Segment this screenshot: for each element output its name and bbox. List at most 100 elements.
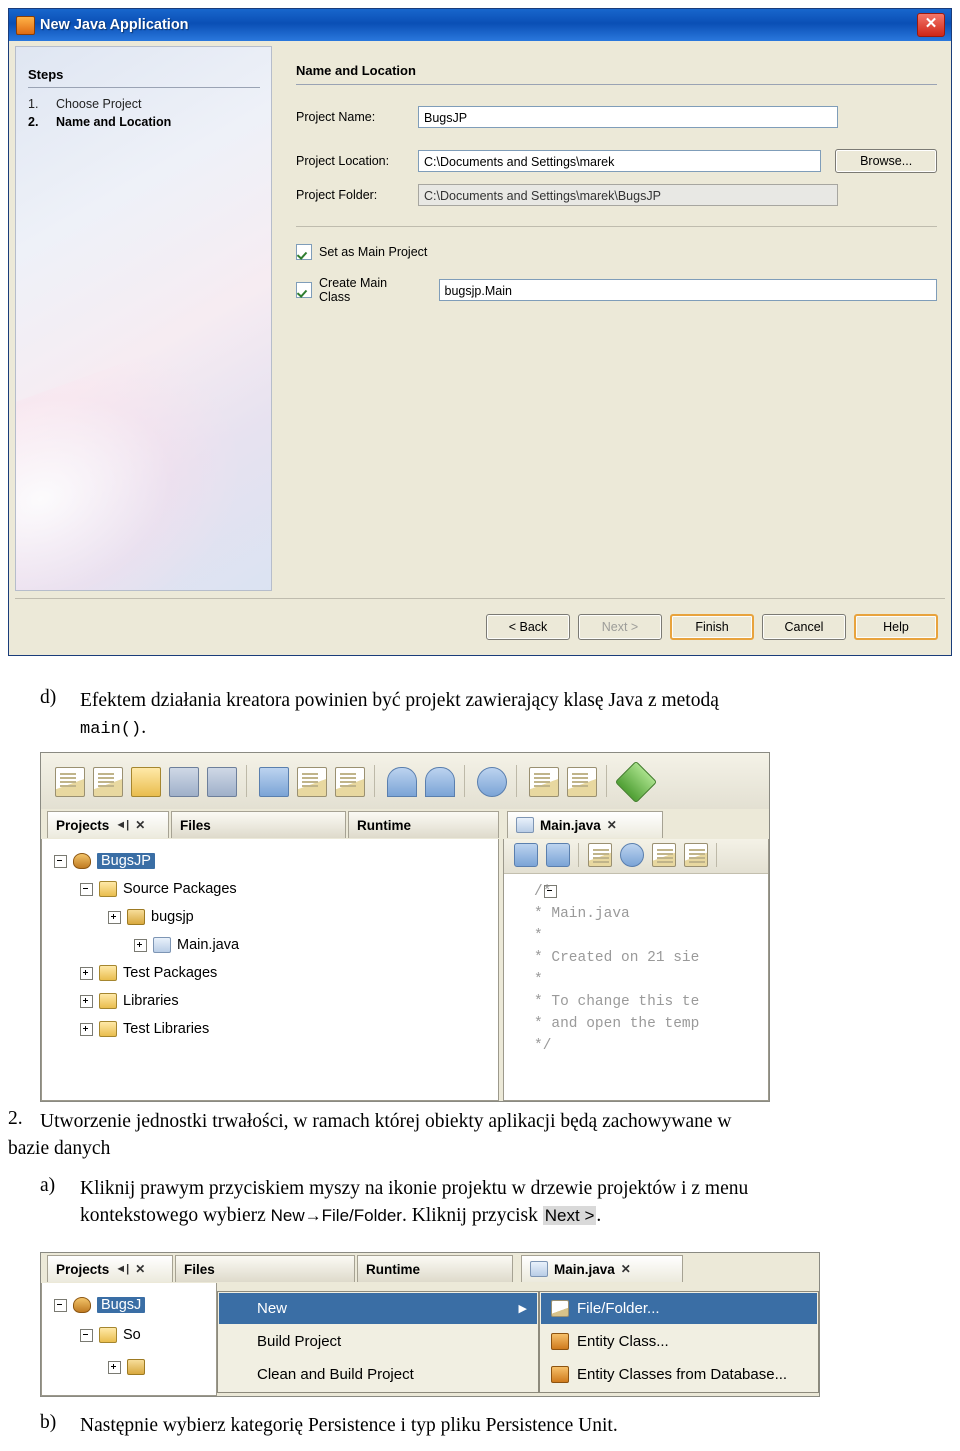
- cut-icon[interactable]: [259, 767, 289, 797]
- forward-arrow-icon[interactable]: [546, 843, 570, 867]
- pin-icon[interactable]: ◄|: [115, 1263, 129, 1275]
- menu-item-label: New: [257, 1300, 288, 1317]
- close-icon[interactable]: ✕: [607, 818, 617, 832]
- expander-icon[interactable]: [80, 882, 93, 896]
- expander-icon[interactable]: [80, 1022, 93, 1036]
- project-location-input[interactable]: C:\Documents and Settings\marek: [418, 150, 822, 172]
- expander-icon[interactable]: [108, 1360, 121, 1374]
- new-submenu[interactable]: File/Folder... Entity Class... Entity Cl…: [539, 1291, 819, 1393]
- java-file-icon: [530, 1261, 548, 1277]
- tree-node-label: So: [123, 1327, 141, 1343]
- code-content[interactable]: /* * Main.java * * Created on 21 sie * *…: [512, 881, 768, 1100]
- next-bookmark-icon[interactable]: [652, 843, 676, 867]
- steps-header: Steps: [28, 67, 64, 82]
- list-marker-b: b): [40, 1412, 57, 1433]
- menu-item-new[interactable]: New ▶: [219, 1293, 537, 1324]
- expander-icon[interactable]: [80, 994, 93, 1008]
- tab-projects-label: Projects: [56, 817, 110, 833]
- toggle-bookmark-icon[interactable]: [684, 843, 708, 867]
- new-file-icon[interactable]: [55, 767, 85, 797]
- tab-main-java[interactable]: Main.java ✕: [507, 811, 663, 838]
- tree-node-test-libraries[interactable]: Test Libraries: [80, 1021, 209, 1037]
- paste-icon[interactable]: [335, 767, 365, 797]
- tab-main-java[interactable]: Main.java ✕: [521, 1255, 683, 1282]
- expander-icon[interactable]: [108, 910, 121, 924]
- tree-node-bugsjp-package[interactable]: bugsjp: [108, 909, 194, 925]
- tab-files[interactable]: Files: [171, 811, 346, 838]
- name-and-location-panel: Name and Location Project Name: BugsJP P…: [278, 46, 945, 591]
- back-arrow-icon[interactable]: [514, 843, 538, 867]
- project-folder-input: C:\Documents and Settings\marek\BugsJP: [418, 184, 838, 206]
- browse-button[interactable]: Browse...: [835, 149, 937, 173]
- menu-item-build-project[interactable]: Build Project: [219, 1326, 537, 1357]
- menu-path-text: New→File/Folder: [270, 1206, 402, 1225]
- expander-icon[interactable]: [80, 966, 93, 980]
- open-project-icon[interactable]: [131, 767, 161, 797]
- clean-build-icon[interactable]: [567, 767, 597, 797]
- submenu-item-file-folder[interactable]: File/Folder...: [541, 1293, 817, 1324]
- tab-files[interactable]: Files: [175, 1255, 355, 1282]
- create-main-class-row[interactable]: Create Main Class bugsjp.Main: [296, 276, 937, 304]
- tree-node-bugsjp[interactable]: BugsJP: [54, 853, 155, 869]
- close-icon[interactable]: ✕: [621, 1262, 631, 1276]
- projects-tree[interactable]: BugsJP Source Packages bugsjp Main.java …: [41, 839, 499, 1101]
- set-as-main-project-checkbox[interactable]: [296, 244, 312, 260]
- previous-bookmark-icon[interactable]: [588, 843, 612, 867]
- tree-node-test-packages[interactable]: Test Packages: [80, 965, 217, 981]
- redo-icon[interactable]: [425, 767, 455, 797]
- search-icon[interactable]: [477, 767, 507, 797]
- expander-icon[interactable]: [54, 1298, 67, 1312]
- close-icon[interactable]: ✕: [917, 13, 945, 37]
- toolbar-separator: [606, 765, 607, 797]
- main-class-input[interactable]: bugsjp.Main: [438, 279, 937, 301]
- undo-icon[interactable]: [387, 767, 417, 797]
- project-name-input[interactable]: BugsJP: [418, 106, 838, 128]
- new-project-icon[interactable]: [93, 767, 123, 797]
- paragraph-a-period: .: [596, 1205, 602, 1226]
- copy-icon[interactable]: [297, 767, 327, 797]
- step-item-name-and-location: 2. Name and Location: [28, 115, 171, 129]
- pin-icon[interactable]: ◄|: [115, 819, 129, 831]
- tab-runtime[interactable]: Runtime: [357, 1255, 513, 1282]
- tree-node-label: Main.java: [177, 937, 240, 953]
- submenu-item-label: Entity Classes from Database...: [577, 1366, 788, 1383]
- create-main-class-checkbox[interactable]: [296, 282, 312, 298]
- close-icon[interactable]: ✕: [135, 818, 145, 832]
- code-line: * and open the temp: [534, 1016, 700, 1032]
- save-icon[interactable]: [169, 767, 199, 797]
- submenu-item-entity-classes-from-database[interactable]: Entity Classes from Database...: [541, 1359, 817, 1390]
- close-icon[interactable]: ✕: [135, 1262, 145, 1276]
- finish-button[interactable]: Finish: [670, 614, 754, 640]
- set-as-main-project-row[interactable]: Set as Main Project: [296, 244, 427, 260]
- cancel-button[interactable]: Cancel: [762, 614, 846, 640]
- paragraph-b: Następnie wybierz kategorię Persistence …: [80, 1415, 618, 1436]
- expander-icon[interactable]: [80, 1328, 93, 1342]
- context-menu[interactable]: New ▶ Build Project Clean and Build Proj…: [217, 1291, 539, 1393]
- save-all-icon[interactable]: [207, 767, 237, 797]
- run-icon[interactable]: [614, 760, 658, 804]
- tree-node-label: BugsJP: [97, 853, 155, 869]
- tree-node-source-packages[interactable]: Source Packages: [80, 881, 237, 897]
- tab-projects[interactable]: Projects ◄| ✕: [47, 811, 169, 838]
- build-icon[interactable]: [529, 767, 559, 797]
- tab-runtime[interactable]: Runtime: [348, 811, 499, 838]
- toolbar-separator: [578, 843, 579, 867]
- tree-node-package[interactable]: [108, 1359, 151, 1375]
- find-icon[interactable]: [620, 843, 644, 867]
- tab-main-java-label: Main.java: [540, 817, 601, 833]
- projects-tree[interactable]: BugsJ So: [41, 1283, 217, 1396]
- expander-icon[interactable]: [134, 938, 147, 952]
- tree-node-source-packages[interactable]: So: [80, 1327, 141, 1343]
- dialog-buttons: < Back Next > Finish Cancel Help: [486, 614, 938, 640]
- tree-node-main-java[interactable]: Main.java: [134, 937, 239, 953]
- expander-icon[interactable]: [54, 854, 67, 868]
- tab-projects[interactable]: Projects ◄| ✕: [47, 1255, 173, 1282]
- back-button[interactable]: < Back: [486, 614, 570, 640]
- tree-node-bugsjp[interactable]: BugsJ: [54, 1297, 146, 1313]
- menu-item-clean-and-build-project[interactable]: Clean and Build Project: [219, 1359, 537, 1390]
- tree-node-libraries[interactable]: Libraries: [80, 993, 179, 1009]
- help-button[interactable]: Help: [854, 614, 938, 640]
- submenu-item-entity-class[interactable]: Entity Class...: [541, 1326, 817, 1357]
- code-editor[interactable]: /* * Main.java * * Created on 21 sie * *…: [503, 839, 769, 1101]
- ide-toolbar: [41, 753, 769, 810]
